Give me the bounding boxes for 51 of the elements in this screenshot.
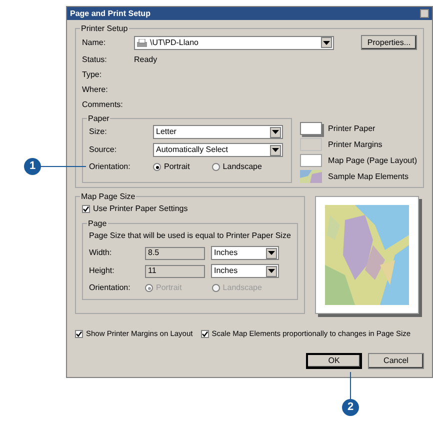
source-dropdown[interactable]: Automatically Select bbox=[153, 143, 283, 157]
group-label: Printer Setup bbox=[80, 23, 129, 35]
window-title: Page and Print Setup bbox=[70, 8, 150, 20]
field-label: Orientation: bbox=[89, 161, 132, 173]
legend-label: Printer Margins bbox=[328, 138, 382, 150]
printer-icon bbox=[137, 38, 147, 46]
page-swatch-icon bbox=[300, 154, 322, 167]
legend-label: Printer Paper bbox=[328, 122, 376, 134]
legend-label: Map Page (Page Layout) bbox=[328, 154, 417, 166]
info-label: Type: bbox=[82, 68, 103, 80]
checkmark-icon bbox=[76, 330, 82, 337]
option-label: Portrait bbox=[164, 161, 190, 173]
radio-button[interactable] bbox=[153, 163, 161, 171]
checkmark-icon bbox=[202, 330, 208, 337]
page-size-note: Page Size that will be used is equal to Printer Paper Size bbox=[89, 230, 291, 242]
printer-dropdown[interactable]: \UT\PD-Llano bbox=[134, 36, 334, 50]
field-label: Height: bbox=[89, 265, 116, 277]
option-label: Landscape bbox=[222, 282, 262, 294]
legend-label: Sample Map Elements bbox=[328, 170, 409, 182]
field-label: Size: bbox=[89, 126, 108, 138]
group-label: Page bbox=[87, 218, 108, 230]
callout-line bbox=[350, 372, 351, 400]
size-dropdown[interactable]: Letter bbox=[153, 125, 283, 139]
callout-line bbox=[40, 166, 86, 167]
info-label: Where: bbox=[82, 84, 109, 96]
help-button-icon[interactable] bbox=[420, 9, 429, 18]
printer-name: \UT\PD-Llano bbox=[150, 36, 198, 48]
field-label: Name: bbox=[82, 36, 107, 48]
info-label: Status: bbox=[82, 54, 108, 66]
dialog-button[interactable]: OK bbox=[306, 353, 362, 370]
paper-swatch-icon bbox=[300, 122, 322, 135]
checkbox-label: Use Printer Paper Settings bbox=[93, 203, 188, 215]
checkmark-icon bbox=[83, 206, 89, 212]
callout-badge: 1 bbox=[24, 158, 41, 175]
margins-swatch-icon bbox=[300, 138, 322, 151]
info-label: Comments: bbox=[82, 98, 124, 110]
group-label: Paper bbox=[87, 113, 110, 125]
info-value: Ready bbox=[134, 54, 158, 66]
radio-button[interactable] bbox=[212, 163, 220, 171]
field-label: Orientation: bbox=[89, 282, 132, 294]
group-label: Map Page Size bbox=[80, 191, 136, 203]
callout-badge: 2 bbox=[342, 399, 359, 416]
option-label: Landscape bbox=[222, 161, 262, 173]
field-label: Width: bbox=[89, 247, 113, 259]
properties-button[interactable]: Properties... bbox=[361, 35, 417, 50]
option-label: Portrait bbox=[156, 282, 182, 294]
dialog-button[interactable]: Cancel bbox=[368, 353, 424, 370]
checkbox[interactable] bbox=[75, 330, 83, 338]
field-label: Source: bbox=[89, 144, 118, 156]
map-swatch-icon bbox=[300, 170, 322, 183]
checkbox[interactable] bbox=[200, 330, 209, 338]
